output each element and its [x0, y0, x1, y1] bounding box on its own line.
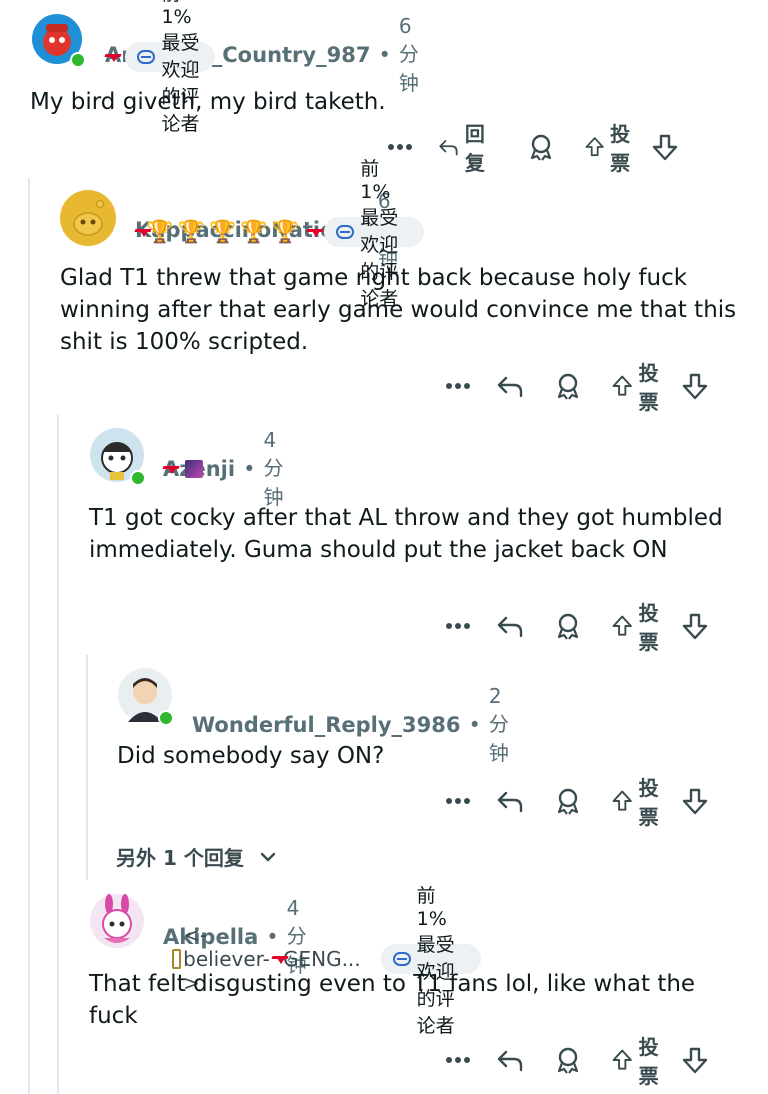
- more-options-button[interactable]: [446, 610, 471, 642]
- top-commenter-icon: [392, 951, 411, 967]
- ellipsis-icon: [446, 383, 471, 389]
- upvote-icon: [612, 1049, 632, 1070]
- more-replies-label: 另外 1 个回复: [116, 846, 244, 870]
- reply-button[interactable]: [496, 1044, 524, 1076]
- comment-body: My bird giveth, my bird taketh.: [30, 89, 386, 115]
- thread-line-2: [57, 415, 59, 1094]
- downvote-button[interactable]: [682, 370, 708, 402]
- award-button[interactable]: [554, 785, 582, 817]
- comment-body: Glad T1 threw that game right back becau…: [60, 265, 737, 355]
- comment-body: Did somebody say ON?: [117, 743, 385, 769]
- upvote-button[interactable]: 投票: [612, 601, 670, 654]
- champion-flair-icon: [185, 460, 203, 478]
- upvote-button[interactable]: 投票: [612, 361, 670, 414]
- top-commenter-badge: 前 1% 最受欢迎的评论者: [324, 158, 425, 310]
- reply-button[interactable]: [496, 610, 524, 642]
- separator-dot: •: [378, 43, 391, 67]
- t1-flair-icon: [272, 954, 286, 964]
- downvote-icon: [682, 613, 708, 640]
- award-button[interactable]: [554, 1044, 582, 1076]
- separator-dot: •: [468, 713, 481, 737]
- downvote-button[interactable]: [652, 131, 678, 163]
- t1-flair-icon: [105, 52, 120, 62]
- avatar[interactable]: [32, 14, 86, 68]
- timestamp: 4分钟: [263, 428, 284, 509]
- reply-icon: [497, 791, 523, 813]
- avatar[interactable]: [60, 190, 116, 246]
- reply-icon: [497, 376, 523, 398]
- upvote-icon: [612, 375, 632, 396]
- award-button[interactable]: [527, 131, 555, 163]
- top-commenter-badge: 前 1% 最受欢迎的评论者: [125, 0, 216, 135]
- award-button[interactable]: [554, 610, 582, 642]
- upvote-button[interactable]: 投票: [612, 1035, 670, 1088]
- reply-icon: [439, 140, 458, 156]
- thread-line-1: [28, 178, 30, 1094]
- award-icon: [530, 134, 551, 161]
- reply-icon: [497, 1050, 523, 1072]
- upvote-button[interactable]: 投票: [585, 122, 640, 175]
- more-options-button[interactable]: [446, 1044, 471, 1076]
- trophy-icon: 🏆: [271, 219, 300, 245]
- more-options-button[interactable]: [446, 370, 471, 402]
- downvote-icon: [652, 134, 678, 161]
- upvote-icon: [612, 790, 632, 811]
- username[interactable]: Wonderful_Reply_3986: [192, 713, 461, 737]
- downvote-icon: [682, 373, 708, 400]
- downvote-button[interactable]: [682, 610, 708, 642]
- upvote-icon: [585, 137, 604, 157]
- t1-flair-icon: [163, 464, 179, 474]
- ellipsis-icon: [446, 1057, 471, 1063]
- downvote-button[interactable]: [682, 1044, 708, 1076]
- award-icon: [558, 373, 579, 400]
- avatar[interactable]: [118, 668, 174, 726]
- reply-button[interactable]: [496, 370, 524, 402]
- timestamp: 6分钟: [398, 14, 419, 95]
- separator-dot: •: [243, 457, 256, 481]
- avatar[interactable]: [90, 894, 144, 948]
- geng-flair-icon: [172, 949, 182, 969]
- comment-body: That felt disgusting even to T1 fans lol…: [89, 971, 696, 1029]
- t1-flair-icon: [307, 227, 321, 237]
- award-icon: [558, 613, 579, 640]
- downvote-button[interactable]: [682, 785, 708, 817]
- award-icon: [558, 1047, 579, 1074]
- award-icon: [558, 788, 579, 815]
- downvote-icon: [682, 1047, 708, 1074]
- ellipsis-icon: [388, 144, 412, 150]
- avatar[interactable]: [90, 428, 146, 486]
- more-options-button[interactable]: [446, 785, 471, 817]
- trophy-icon: 🏆: [177, 219, 205, 245]
- t1-flair-icon: [135, 227, 149, 237]
- more-replies-button[interactable]: 另外 1 个回复: [116, 842, 276, 871]
- upvote-button[interactable]: 投票: [612, 776, 670, 829]
- ellipsis-icon: [446, 623, 471, 629]
- award-button[interactable]: [554, 370, 582, 402]
- ellipsis-icon: [446, 798, 471, 804]
- upvote-icon: [612, 615, 632, 636]
- trophy-icon: 🏆: [146, 219, 174, 245]
- downvote-icon: [682, 788, 708, 815]
- reply-icon: [497, 616, 523, 638]
- top-commenter-icon: [336, 224, 355, 240]
- trophy-icon: 🏆: [208, 219, 237, 245]
- top-commenter-icon: [137, 49, 156, 65]
- thread-line-3: [86, 655, 88, 880]
- reply-button[interactable]: [496, 785, 524, 817]
- trophy-icon: 🏆: [240, 219, 268, 245]
- comment-body: T1 got cocky after that AL throw and the…: [89, 505, 723, 563]
- chevron-down-icon: [260, 852, 276, 861]
- reply-button[interactable]: 回复: [438, 122, 495, 175]
